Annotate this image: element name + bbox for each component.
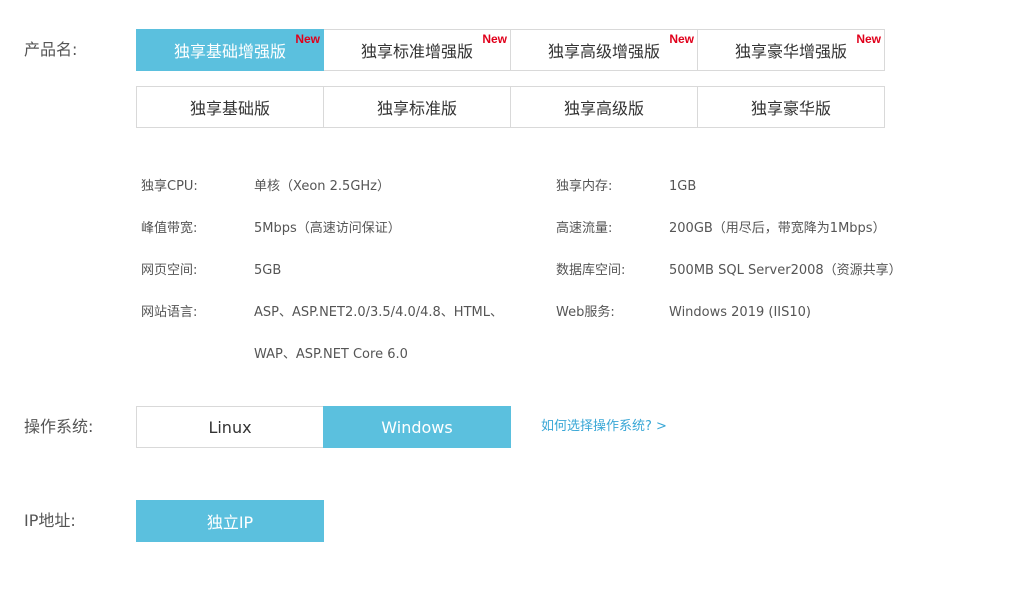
spec-traffic-label: 高速流量:: [556, 221, 613, 236]
product-option-luxury-enhanced[interactable]: 独享豪华增强版 New: [697, 29, 885, 71]
spec-memory-value: 1GB: [669, 179, 697, 194]
new-badge: New: [856, 32, 881, 46]
spec-bandwidth-label: 峰值带宽:: [141, 221, 198, 236]
os-option-group: Linux Windows: [136, 406, 511, 448]
ip-label: IP地址:: [24, 511, 76, 530]
spec-web-value: Windows 2019 (IIS10): [669, 305, 811, 320]
spec-db-label: 数据库空间:: [556, 263, 626, 278]
spec-db-value: 500MB SQL Server2008（资源共享）: [669, 263, 902, 278]
os-option-label: Linux: [208, 417, 252, 437]
product-option-advanced-enhanced[interactable]: 独享高级增强版 New: [510, 29, 698, 71]
spec-cpu-value: 单核（Xeon 2.5GHz）: [254, 179, 390, 194]
os-option-linux[interactable]: Linux: [136, 406, 324, 448]
product-option-advanced[interactable]: 独享高级版: [510, 86, 698, 128]
spec-space-label: 网页空间:: [141, 263, 198, 278]
product-option-label: 独享标准版: [376, 99, 457, 118]
product-option-label: 独享豪华版: [750, 99, 831, 118]
product-option-basic[interactable]: 独享基础版: [136, 86, 324, 128]
ip-option-dedicated[interactable]: 独立IP: [136, 500, 324, 542]
product-option-standard-enhanced[interactable]: 独享标准增强版 New: [323, 29, 511, 71]
spec-bandwidth-value: 5Mbps（高速访问保证）: [254, 221, 401, 236]
ip-option-label: 独立IP: [206, 513, 254, 532]
os-help-link[interactable]: 如何选择操作系统? >: [541, 419, 667, 435]
os-option-label: Windows: [381, 417, 453, 437]
ip-option-group: 独立IP: [136, 500, 324, 542]
spec-lang-label: 网站语言:: [141, 305, 198, 320]
product-option-label: 独享标准增强版: [360, 42, 473, 61]
spec-lang-value-line1: ASP、ASP.NET2.0/3.5/4.0/4.8、HTML、: [254, 305, 503, 320]
product-option-label: 独享高级增强版: [547, 42, 660, 61]
spec-lang-value-line2: WAP、ASP.NET Core 6.0: [254, 347, 408, 362]
product-option-luxury[interactable]: 独享豪华版: [697, 86, 885, 128]
new-badge: New: [482, 32, 507, 46]
product-option-label: 独享基础版: [189, 99, 270, 118]
enhanced-product-group: 独享基础增强版 New 独享标准增强版 New 独享高级增强版 New 独享豪华…: [136, 29, 885, 71]
new-badge: New: [669, 32, 694, 46]
basic-product-group: 独享基础版 独享标准版 独享高级版 独享豪华版: [136, 86, 885, 128]
product-option-basic-enhanced[interactable]: 独享基础增强版 New: [136, 29, 324, 71]
os-option-windows[interactable]: Windows: [323, 406, 511, 448]
product-option-standard[interactable]: 独享标准版: [323, 86, 511, 128]
product-option-label: 独享基础增强版: [173, 42, 286, 61]
spec-traffic-value: 200GB（用尽后，带宽降为1Mbps）: [669, 221, 886, 236]
spec-space-value: 5GB: [254, 263, 282, 278]
new-badge: New: [295, 32, 320, 46]
spec-memory-label: 独享内存:: [556, 179, 613, 194]
spec-cpu-label: 独享CPU:: [141, 179, 198, 194]
os-label: 操作系统:: [24, 417, 94, 436]
product-label: 产品名:: [24, 40, 78, 59]
product-option-label: 独享豪华增强版: [734, 42, 847, 61]
product-option-label: 独享高级版: [563, 99, 644, 118]
spec-web-label: Web服务:: [556, 305, 615, 320]
